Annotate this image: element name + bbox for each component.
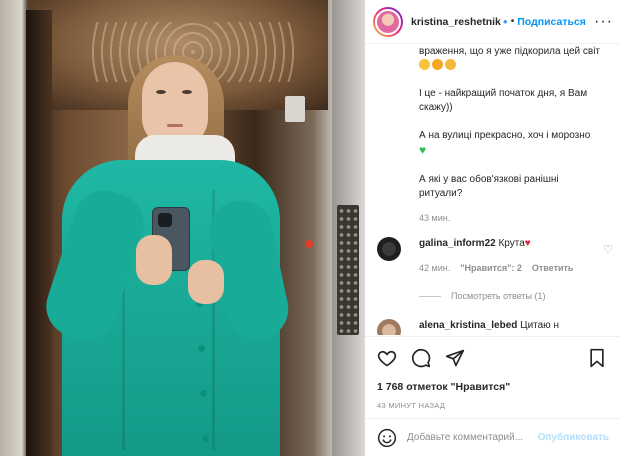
caption-text: враження, що я уже підкорила цей світ — [419, 45, 603, 73]
post-photo[interactable] — [0, 0, 364, 456]
add-comment-bar: Опубликовать — [365, 418, 620, 456]
person-figure — [0, 0, 364, 456]
comment-time: 42 мин. — [419, 263, 451, 273]
comment: galina_inform22 Крута♥ ♡ 42 мин. "Нравит… — [377, 237, 613, 303]
view-replies-label: Посмотреть ответы (1) — [451, 291, 546, 301]
emoji-picker-icon[interactable] — [377, 428, 397, 448]
comment-meta: 42 мин. "Нравится": 2 Ответить — [419, 261, 603, 275]
avatar[interactable] — [377, 237, 401, 261]
emoji-icon — [432, 59, 443, 70]
post-sidebar: kristina_reshetnik ● • Подписаться ··· в… — [364, 0, 620, 456]
avatar[interactable] — [377, 319, 401, 335]
comment-text: Цитаю н — [520, 320, 559, 331]
divider — [419, 295, 441, 297]
author-username[interactable]: kristina_reshetnik — [411, 16, 501, 28]
post-header: kristina_reshetnik ● • Подписаться ··· — [365, 0, 620, 44]
caption-time: 43 мин. — [419, 213, 451, 223]
like-comment-icon[interactable]: ♡ — [603, 243, 613, 257]
post-actions: 1 768 отметок "Нравится" 43 МИНУТ НАЗАД — [365, 336, 620, 410]
red-heart-icon: ♥ — [524, 238, 531, 249]
caption-paragraph: А які у вас обов'язкові ранішні ритуали? — [419, 174, 559, 199]
likes-count[interactable]: 1 768 отметок "Нравится" — [377, 381, 607, 393]
publish-button[interactable]: Опубликовать — [538, 432, 609, 443]
instagram-post: kristina_reshetnik ● • Подписаться ··· в… — [0, 0, 620, 456]
view-replies-button[interactable]: Посмотреть ответы (1) — [419, 289, 603, 303]
comments-list[interactable]: враження, що я уже підкорила цей світ І … — [365, 45, 620, 335]
like-icon[interactable] — [377, 348, 397, 368]
comment-username[interactable]: galina_inform22 — [419, 238, 496, 249]
comment: alena_kristina_lebed Цитаю н — [377, 319, 603, 335]
emoji-icon — [419, 59, 430, 70]
avatar[interactable] — [373, 6, 403, 37]
comment-likes[interactable]: "Нравится": 2 — [460, 261, 522, 275]
caption-paragraph: І це - найкращий початок дня, я Вам скаж… — [419, 88, 588, 113]
follow-button[interactable]: Подписаться — [517, 16, 586, 28]
share-icon[interactable] — [445, 348, 465, 368]
comment-username[interactable]: alena_kristina_lebed — [419, 320, 517, 331]
separator: • — [510, 16, 515, 27]
reply-button[interactable]: Ответить — [532, 261, 574, 275]
green-heart-icon: ♥ — [419, 143, 427, 157]
verified-icon: ● — [502, 17, 508, 26]
comment-text: Крута — [498, 238, 525, 249]
emoji-icon — [445, 59, 456, 70]
comment-input[interactable] — [407, 432, 537, 443]
post-timestamp: 43 МИНУТ НАЗАД — [377, 401, 446, 410]
more-icon[interactable]: ··· — [594, 13, 613, 31]
comment-icon[interactable] — [411, 348, 431, 368]
bookmark-icon[interactable] — [587, 348, 607, 368]
caption-paragraph: А на вулиці прекрасно, хоч і морозно ♥ — [419, 130, 591, 157]
